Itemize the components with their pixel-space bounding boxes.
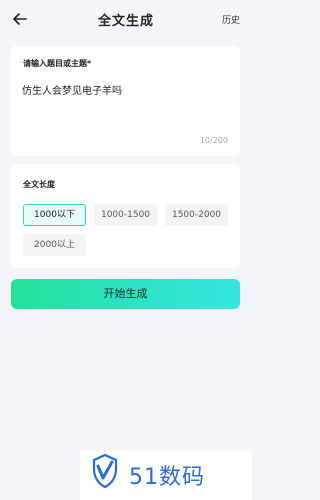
history-button[interactable]: 历史 [222, 13, 240, 26]
length-label: 全文长度 [23, 180, 55, 189]
length-card: 全文长度 1000以下 1000-1500 1500-2000 2000以上 [11, 164, 240, 268]
topic-card: 请输入题目或主题* 仿生人会梦见电子羊吗 10/200 [11, 46, 240, 156]
watermark: 51数码 [80, 451, 252, 500]
watermark-text: 51数码 [129, 465, 205, 490]
shield-logo-icon [92, 454, 118, 488]
length-option-under-1000[interactable]: 1000以下 [23, 204, 86, 226]
header-bar: 全文生成 历史 [0, 0, 252, 40]
length-option-over-2000[interactable]: 2000以上 [23, 234, 86, 256]
topic-label: 请输入题目或主题* [23, 59, 92, 68]
topic-input[interactable]: 仿生人会梦见电子羊吗 [22, 82, 122, 97]
length-option-1500-2000[interactable]: 1500-2000 [165, 204, 228, 226]
page-title: 全文生成 [97, 14, 154, 29]
length-option-1000-1500[interactable]: 1000-1500 [94, 204, 157, 226]
start-generate-button[interactable]: 开始生成 [11, 279, 240, 309]
char-counter: 10/200 [199, 136, 228, 145]
